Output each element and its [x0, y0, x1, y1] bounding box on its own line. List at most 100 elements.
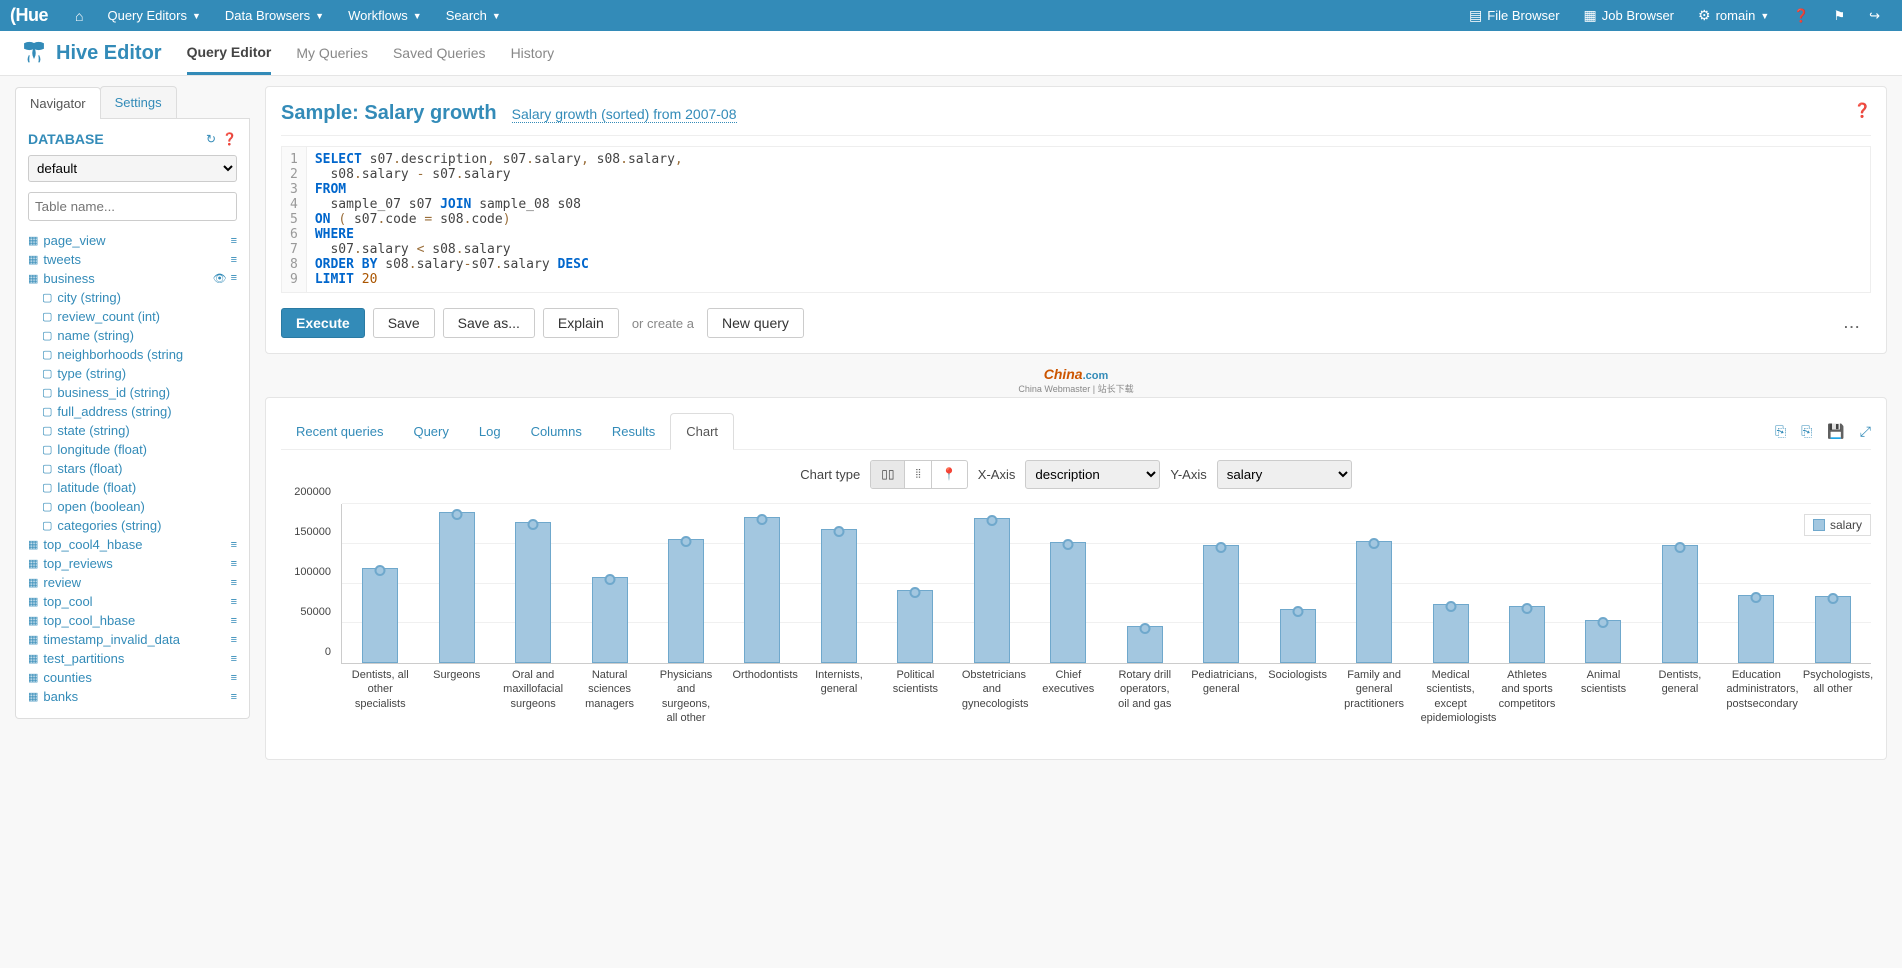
table-row[interactable]: ▦top_cool≡ [28, 592, 237, 611]
rtab-columns[interactable]: Columns [516, 414, 597, 449]
nav-file-browser[interactable]: ▤File Browser [1457, 0, 1571, 31]
list-icon[interactable]: ≡ [231, 653, 237, 665]
query-subtitle[interactable]: Salary growth (sorted) from 2007-08 [512, 106, 737, 123]
list-icon[interactable]: ≡ [231, 577, 237, 589]
table-row[interactable]: ▦tweets≡ [28, 250, 237, 269]
column-row[interactable]: ▢longitude (float) [42, 440, 237, 459]
column-row[interactable]: ▢neighborhoods (string [42, 345, 237, 364]
rtab-chart[interactable]: Chart [670, 413, 734, 450]
flag-icon[interactable]: ⚑ [1821, 1, 1857, 31]
new-query-button[interactable]: New query [707, 308, 804, 338]
table-row[interactable]: ▦top_cool4_hbase≡ [28, 535, 237, 554]
rtab-results[interactable]: Results [597, 414, 670, 449]
table-row[interactable]: ▦counties≡ [28, 668, 237, 687]
bar[interactable] [668, 539, 704, 663]
hue-logo[interactable]: (Hue [10, 5, 48, 26]
nav-job-browser[interactable]: ▦Job Browser [1572, 0, 1686, 31]
tab-query-editor[interactable]: Query Editor [187, 32, 272, 75]
query-title[interactable]: Sample: Salary growth [281, 102, 497, 125]
column-row[interactable]: ▢type (string) [42, 364, 237, 383]
column-row[interactable]: ▢latitude (float) [42, 478, 237, 497]
rtab-log[interactable]: Log [464, 414, 516, 449]
table-row[interactable]: ▦business👁≡ [28, 269, 237, 288]
nav-workflows[interactable]: Workflows▼ [336, 1, 434, 30]
list-icon[interactable]: ≡ [231, 691, 237, 703]
chart-type-bar[interactable]: ▯▯ [871, 461, 905, 488]
execute-button[interactable]: Execute [281, 308, 365, 338]
explain-button[interactable]: Explain [543, 308, 619, 338]
database-select[interactable]: default [28, 155, 237, 182]
bar[interactable] [974, 518, 1010, 663]
bar[interactable] [1815, 596, 1851, 663]
sidebar-tab-navigator[interactable]: Navigator [15, 87, 101, 119]
table-row[interactable]: ▦top_cool_hbase≡ [28, 611, 237, 630]
refresh-icon[interactable]: ↻ [206, 132, 216, 146]
yaxis-select[interactable]: salary [1217, 460, 1352, 489]
bar[interactable] [1127, 626, 1163, 663]
table-row[interactable]: ▦top_reviews≡ [28, 554, 237, 573]
list-icon[interactable]: ≡ [231, 615, 237, 627]
bar[interactable] [1203, 545, 1239, 663]
download-csv-icon[interactable]: ⎘ [1775, 423, 1786, 440]
save-button[interactable]: Save [373, 308, 435, 338]
chart-type-map[interactable]: 📍 [932, 461, 967, 488]
nav-search[interactable]: Search▼ [434, 1, 513, 30]
bar[interactable] [515, 522, 551, 664]
bar[interactable] [1356, 541, 1392, 663]
column-row[interactable]: ▢name (string) [42, 326, 237, 345]
query-help-icon[interactable]: ❓ [1854, 102, 1871, 119]
db-help-icon[interactable]: ❓ [222, 132, 237, 146]
nav-query-editors[interactable]: Query Editors▼ [95, 1, 212, 30]
table-filter-input[interactable] [28, 192, 237, 221]
tab-history[interactable]: History [511, 33, 555, 73]
code-content[interactable]: SELECT s07.description, s07.salary, s08.… [307, 147, 691, 292]
bar[interactable] [592, 577, 628, 663]
eye-icon[interactable]: 👁 [213, 272, 227, 285]
list-icon[interactable]: ≡ [231, 539, 237, 551]
bar[interactable] [439, 512, 475, 663]
column-row[interactable]: ▢state (string) [42, 421, 237, 440]
bar[interactable] [1050, 542, 1086, 663]
rtab-recent-queries[interactable]: Recent queries [281, 414, 398, 449]
list-icon[interactable]: ≡ [231, 235, 237, 247]
bar[interactable] [1433, 604, 1469, 663]
table-row[interactable]: ▦banks≡ [28, 687, 237, 706]
list-icon[interactable]: ≡ [231, 596, 237, 608]
download-xls-icon[interactable]: ⎘ [1801, 423, 1812, 440]
table-row[interactable]: ▦timestamp_invalid_data≡ [28, 630, 237, 649]
column-row[interactable]: ▢categories (string) [42, 516, 237, 535]
bar[interactable] [744, 517, 780, 663]
tab-saved-queries[interactable]: Saved Queries [393, 33, 486, 73]
list-icon[interactable]: ≡ [231, 254, 237, 266]
sql-editor[interactable]: 123456789 SELECT s07.description, s07.sa… [281, 146, 1871, 293]
table-row[interactable]: ▦page_view≡ [28, 231, 237, 250]
column-row[interactable]: ▢city (string) [42, 288, 237, 307]
tab-my-queries[interactable]: My Queries [296, 33, 368, 73]
bar[interactable] [821, 529, 857, 663]
xaxis-select[interactable]: description [1025, 460, 1160, 489]
home-icon[interactable]: ⌂ [63, 1, 95, 31]
bar[interactable] [897, 590, 933, 663]
save-as-button[interactable]: Save as... [443, 308, 535, 338]
rtab-query[interactable]: Query [398, 414, 463, 449]
save-results-icon[interactable]: 💾 [1827, 423, 1844, 440]
more-actions-button[interactable]: ... [1834, 316, 1871, 331]
column-row[interactable]: ▢business_id (string) [42, 383, 237, 402]
list-icon[interactable]: ≡ [231, 672, 237, 684]
bar[interactable] [1738, 595, 1774, 663]
table-tree[interactable]: ▦page_view≡▦tweets≡▦business👁≡▢city (str… [28, 231, 237, 706]
help-icon[interactable]: ❓ [1781, 1, 1821, 31]
bar[interactable] [1509, 606, 1545, 663]
sidebar-tab-settings[interactable]: Settings [100, 86, 177, 118]
column-row[interactable]: ▢review_count (int) [42, 307, 237, 326]
column-row[interactable]: ▢stars (float) [42, 459, 237, 478]
nav-data-browsers[interactable]: Data Browsers▼ [213, 1, 336, 30]
bar[interactable] [1585, 620, 1621, 663]
logout-icon[interactable]: ↪ [1857, 1, 1892, 31]
column-row[interactable]: ▢full_address (string) [42, 402, 237, 421]
column-row[interactable]: ▢open (boolean) [42, 497, 237, 516]
bar[interactable] [1280, 609, 1316, 663]
list-icon[interactable]: ≡ [231, 634, 237, 646]
list-icon[interactable]: ≡ [231, 272, 237, 285]
list-icon[interactable]: ≡ [231, 558, 237, 570]
